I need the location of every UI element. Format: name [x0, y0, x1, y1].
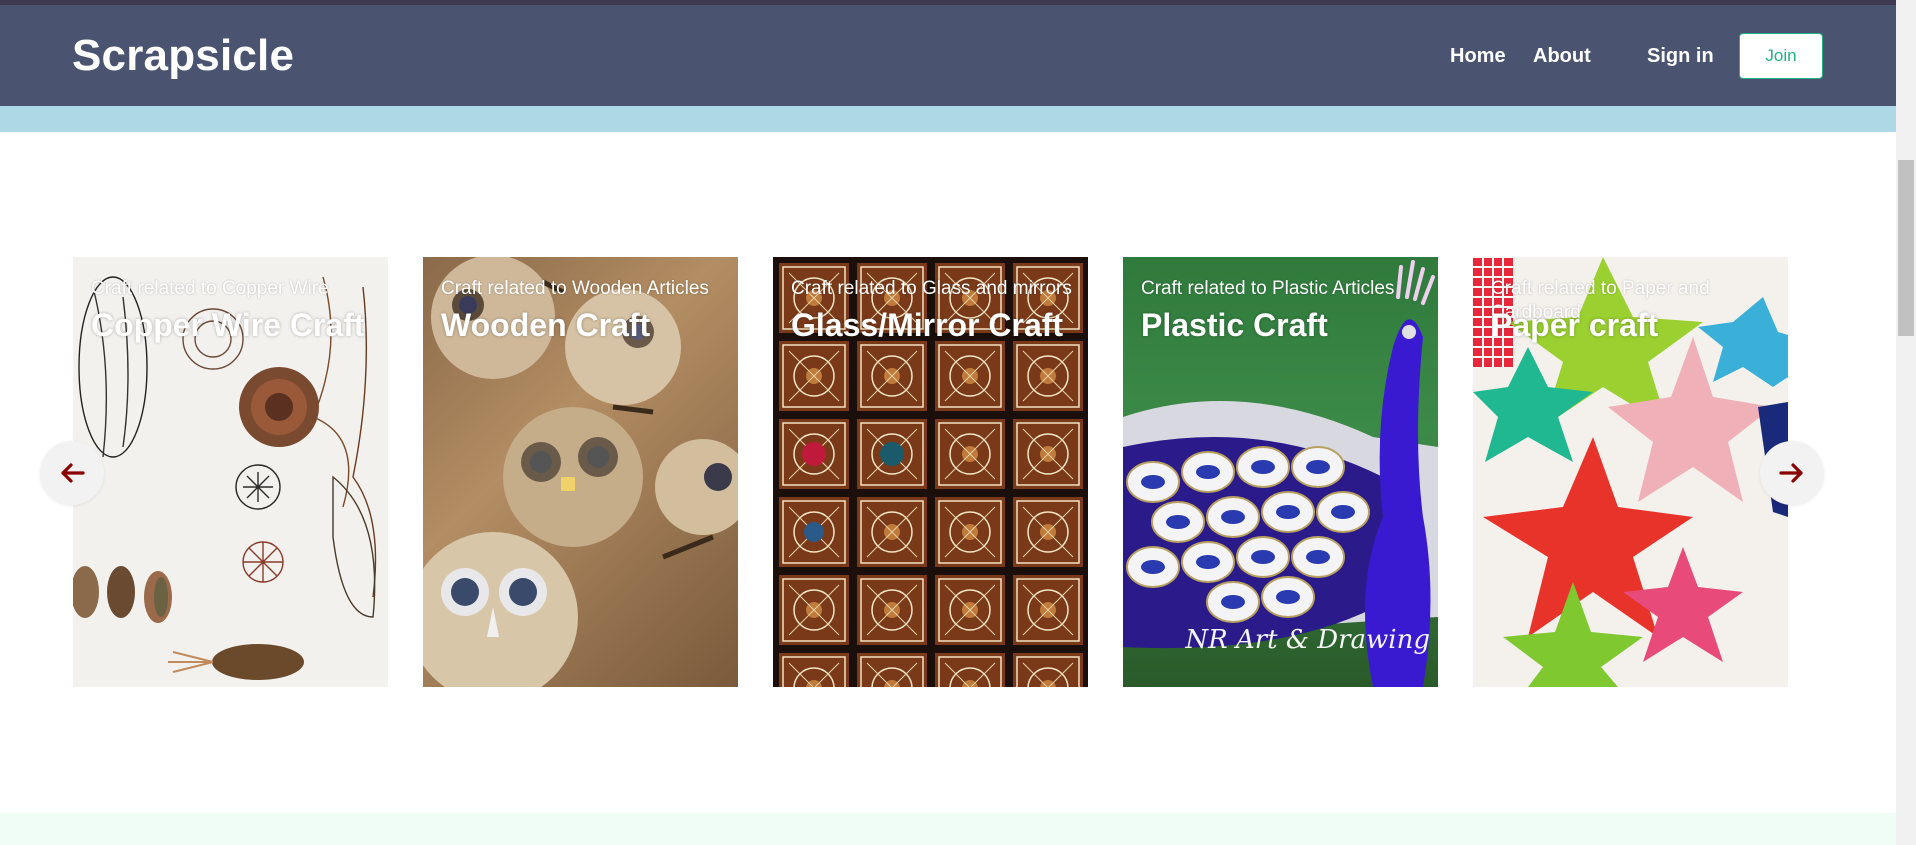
- card-subtitle: Craft related to Glass and mirrors: [791, 278, 1072, 299]
- card-title: Wooden Craft: [441, 307, 651, 343]
- card-title: Copper Wire Craft: [91, 307, 365, 343]
- card-title: Plastic Craft: [1141, 307, 1328, 343]
- card-plastic-craft[interactable]: Craft related to Plastic Articles Plasti…: [1123, 257, 1438, 687]
- image-watermark: NR Art & Drawing: [1185, 625, 1430, 655]
- scrollbar-thumb[interactable]: [1898, 160, 1914, 336]
- navbar: Scrapsicle Home About Sign in Join: [0, 5, 1896, 106]
- card-title: Glass/Mirror Craft: [791, 307, 1064, 343]
- card-subtitle: Craft related to Wooden Articles: [441, 278, 709, 299]
- page-scrollbar[interactable]: [1896, 0, 1916, 845]
- card-subtitle: Craft related to Plastic Articles: [1141, 278, 1395, 299]
- nav-about-link[interactable]: About: [1533, 45, 1591, 68]
- craft-carousel: Craft related to Copper Wire Copper Wire…: [73, 257, 1789, 687]
- carousel-next-button[interactable]: [1760, 441, 1824, 505]
- arrow-left-icon: [61, 463, 85, 483]
- card-copper-wire-craft[interactable]: Craft related to Copper Wire Copper Wire…: [73, 257, 388, 687]
- card-paper-craft[interactable]: Craft related to Paper and Cardboard Pap…: [1473, 257, 1788, 687]
- card-title: Paper craft: [1491, 307, 1659, 343]
- card-glass-mirror-craft[interactable]: Craft related to Glass and mirrors Glass…: [773, 257, 1088, 687]
- card-wooden-craft[interactable]: Craft related to Wooden Articles Wooden …: [423, 257, 738, 687]
- footer-band: [0, 813, 1896, 845]
- arrow-right-icon: [1779, 463, 1803, 483]
- brand-logo[interactable]: Scrapsicle: [72, 31, 294, 81]
- sign-in-link[interactable]: Sign in: [1647, 45, 1714, 68]
- join-button[interactable]: Join: [1739, 33, 1823, 79]
- carousel-prev-button[interactable]: [40, 441, 104, 505]
- banner-strip: [0, 106, 1896, 132]
- nav-home-link[interactable]: Home: [1450, 45, 1506, 68]
- card-subtitle: Craft related to Copper Wire: [91, 278, 329, 299]
